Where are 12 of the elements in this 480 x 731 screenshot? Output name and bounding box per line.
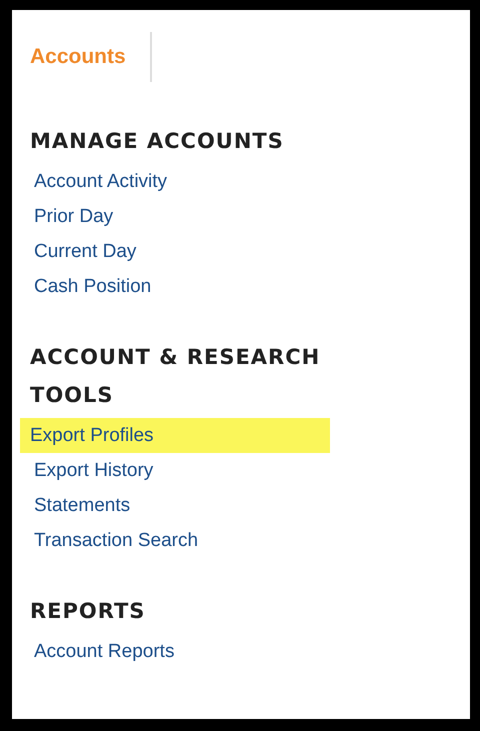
menu-link[interactable]: Prior Day	[30, 199, 114, 234]
menu-link[interactable]: Account Activity	[30, 164, 168, 199]
menu-link[interactable]: Export History	[30, 453, 154, 488]
menu-link[interactable]: Account Reports	[30, 634, 174, 669]
section-heading: ACCOUNT & RESEARCH TOOLS	[30, 344, 322, 409]
menu-link[interactable]: Statements	[30, 488, 130, 523]
menu-link[interactable]: Transaction Search	[30, 523, 198, 558]
section-heading: MANAGE ACCOUNTS	[30, 128, 285, 155]
menu-link[interactable]: Export Profiles	[20, 418, 330, 453]
menu-link[interactable]: Cash Position	[30, 269, 152, 304]
section-heading: REPORTS	[30, 598, 146, 625]
menu-link[interactable]: Current Day	[30, 234, 136, 269]
